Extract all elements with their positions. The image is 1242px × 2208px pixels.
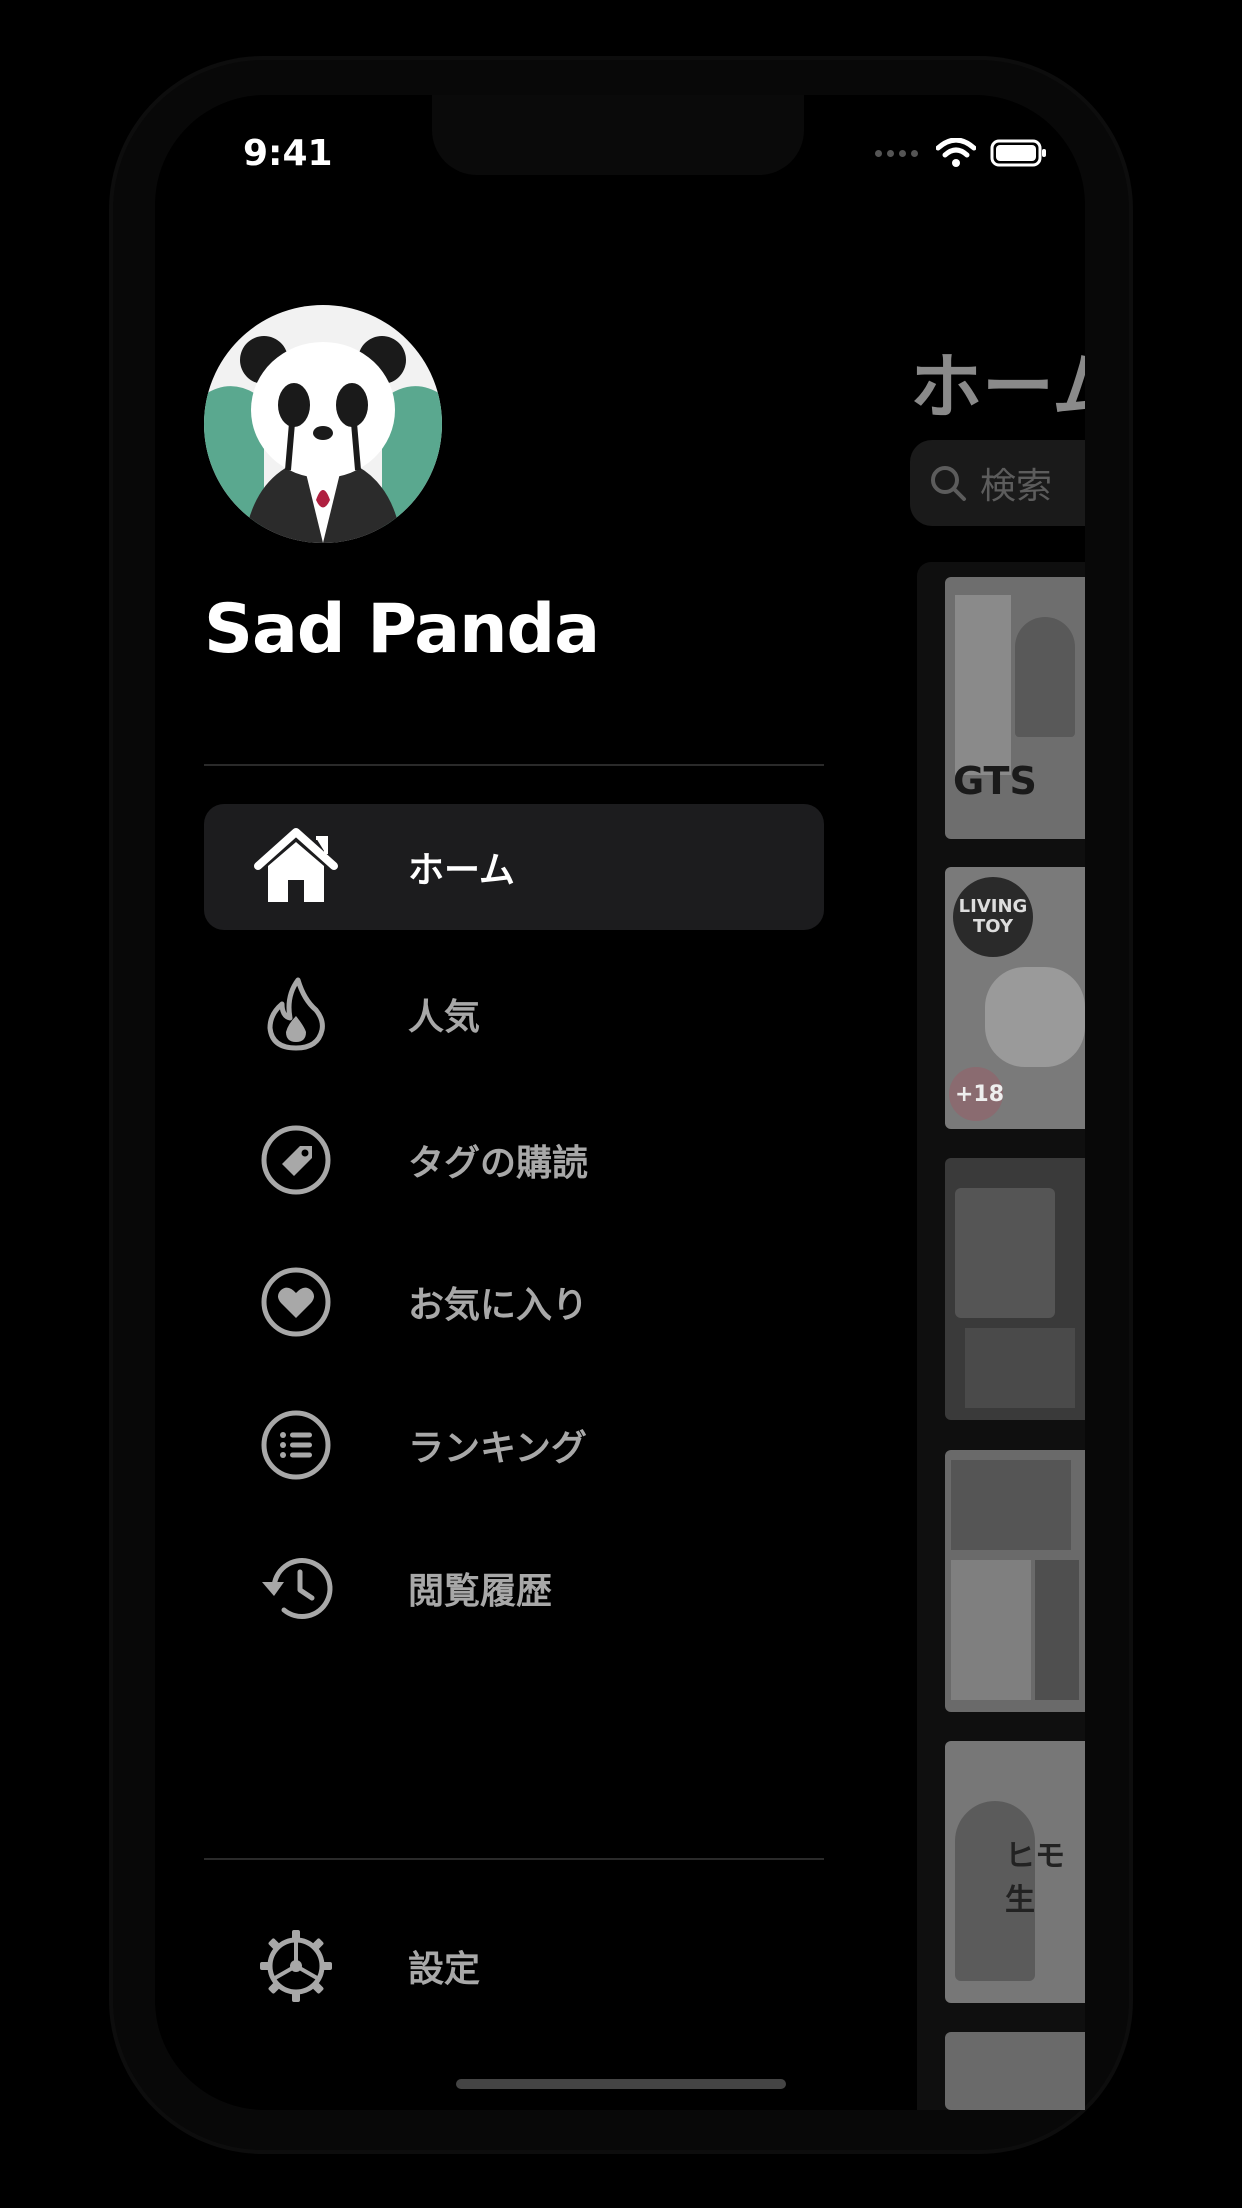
menu-item-label: お気に入り	[408, 1285, 589, 1326]
menu-item-label: 閲覧履歴	[408, 1571, 553, 1612]
thumbnail-title: GTS	[953, 759, 1037, 803]
menu-item-label: 人気	[408, 997, 481, 1038]
list-icon	[252, 1401, 340, 1489]
gallery-thumbnail[interactable]	[945, 2032, 1085, 2110]
menu-item-popular[interactable]: 人気	[204, 951, 824, 1077]
menu-item-home[interactable]: ホーム	[204, 804, 824, 930]
divider	[204, 764, 824, 766]
battery-icon	[990, 138, 1048, 168]
menu-item-label: タグの購読	[408, 1143, 589, 1184]
tag-icon	[252, 1116, 340, 1204]
signal-icon	[875, 149, 918, 157]
wifi-icon	[936, 138, 976, 168]
menu-item-tag-subscriptions[interactable]: タグの購読	[204, 1097, 824, 1223]
menu-item-label: ランキング	[408, 1428, 587, 1469]
flame-icon	[252, 970, 340, 1058]
menu-item-settings[interactable]: 設定	[204, 1903, 824, 2029]
search-input[interactable]: 検索	[910, 440, 1085, 526]
house-icon	[252, 823, 340, 911]
search-placeholder: 検索	[980, 466, 1053, 507]
menu-item-label: ホーム	[408, 850, 515, 891]
menu-item-label: 設定	[408, 1949, 481, 1990]
home-indicator[interactable]	[456, 2079, 786, 2089]
menu-item-ranking[interactable]: ランキング	[204, 1382, 824, 1508]
home-title: ホーム	[910, 345, 1085, 429]
status-time: 9:41	[243, 133, 333, 174]
heart-icon	[252, 1258, 340, 1346]
profile-name: Sad Panda	[204, 590, 600, 669]
thumbnail-title: ヒモ生	[1005, 1839, 1065, 1918]
menu-item-history[interactable]: 閲覧履歴	[204, 1525, 824, 1651]
age-badge: +18	[955, 1082, 1005, 1107]
search-icon	[928, 463, 968, 503]
gallery-thumbnail[interactable]: LIVING TOY +18	[945, 867, 1085, 1129]
gear-icon	[252, 1922, 340, 2010]
history-icon	[252, 1544, 340, 1632]
thumbnail-title: LIVING TOY	[958, 896, 1028, 937]
gallery-thumbnail[interactable]: ヒモ生	[945, 1741, 1085, 2003]
status-icons	[875, 138, 1048, 168]
notch	[432, 95, 804, 175]
gallery-thumbnail[interactable]: GTS	[945, 577, 1085, 839]
gallery-thumbnail[interactable]	[945, 1158, 1085, 1420]
divider	[204, 1858, 824, 1860]
gallery-thumbnail[interactable]	[945, 1450, 1085, 1712]
avatar[interactable]	[204, 305, 442, 543]
menu-item-favorites[interactable]: お気に入り	[204, 1239, 824, 1365]
